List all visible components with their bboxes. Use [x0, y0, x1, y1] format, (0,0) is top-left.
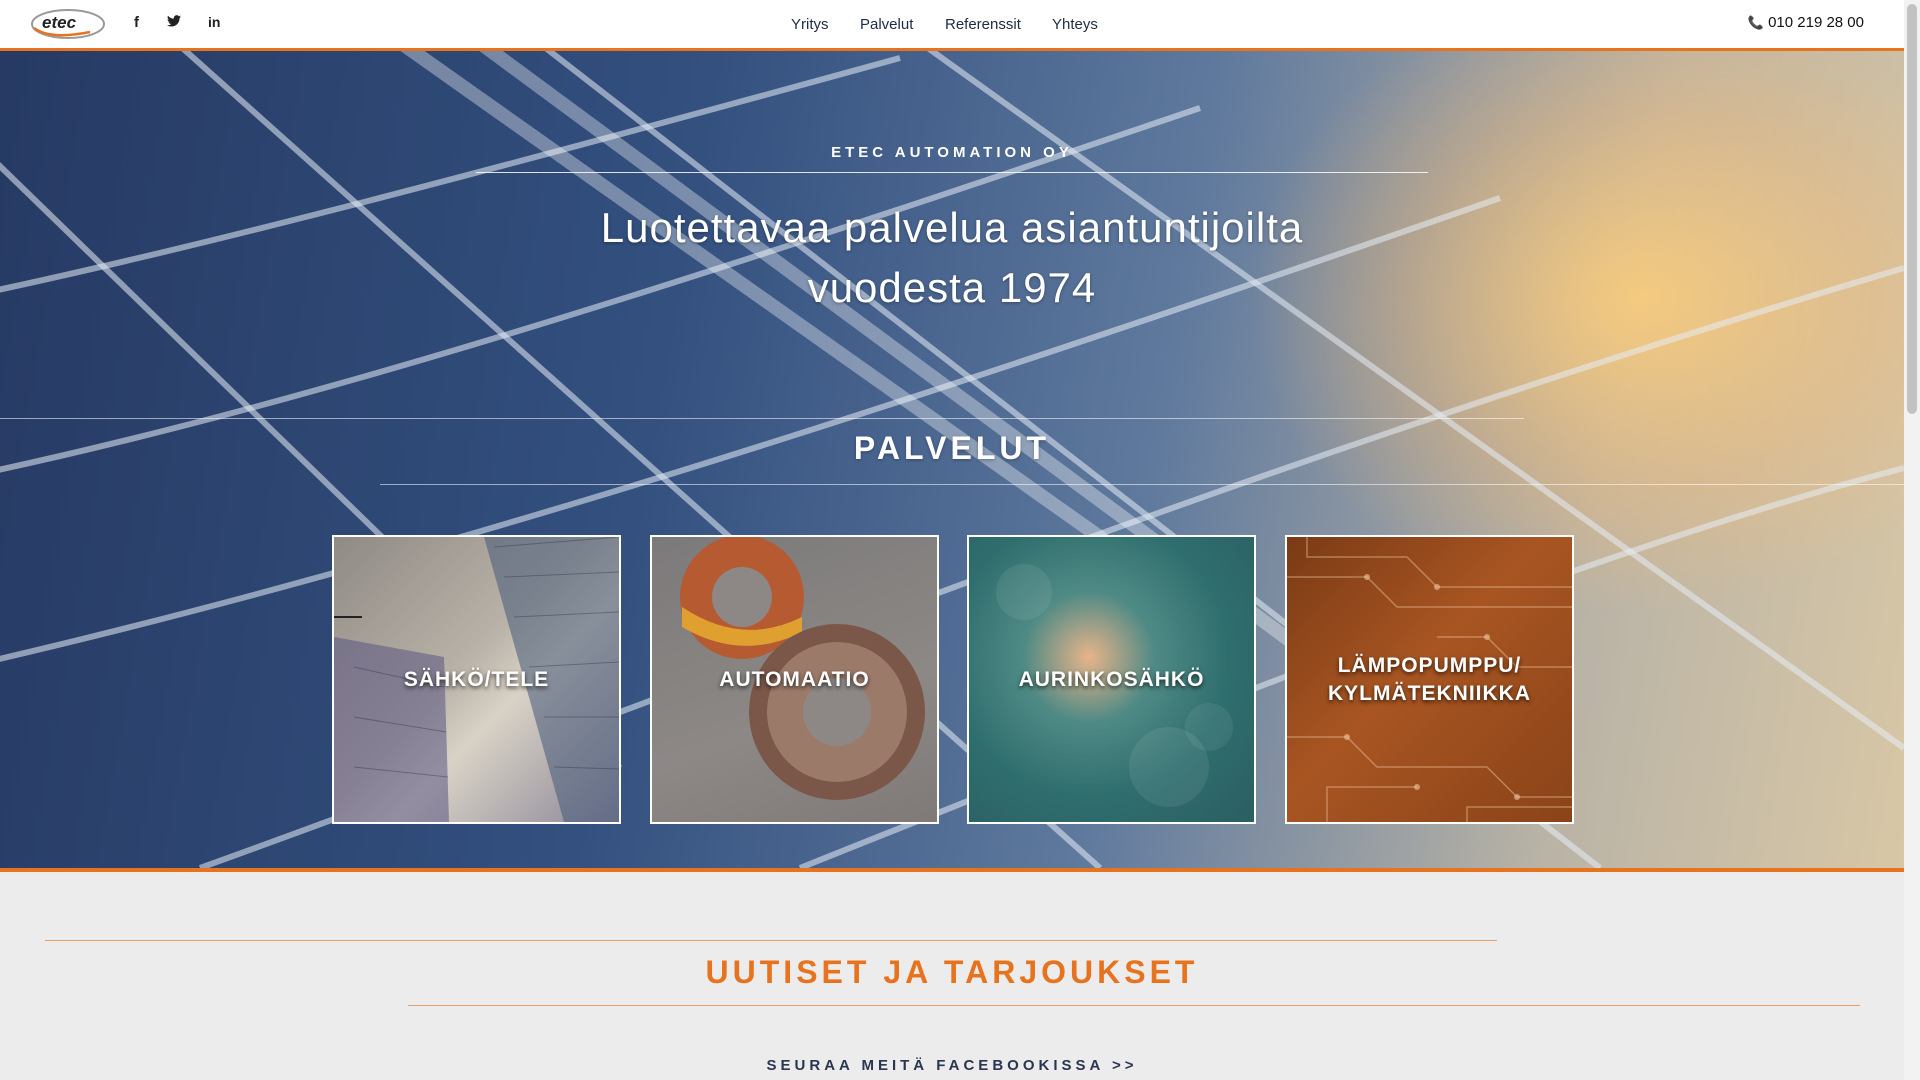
card-label: AUTOMAATIO: [719, 667, 870, 691]
nav-referenssit[interactable]: Referenssit: [945, 16, 1021, 33]
tagline-divider: [476, 172, 1428, 173]
etec-logo[interactable]: etec: [30, 6, 106, 42]
hero-title: Luotettavaa palvelua asiantuntijoilta vu…: [0, 198, 1904, 318]
nav-palvelut[interactable]: Palvelut: [860, 16, 913, 33]
hero-title-line1: Luotettavaa palvelua asiantuntijoilta: [600, 204, 1304, 251]
page-scrollbar[interactable]: [1904, 0, 1920, 1080]
news-title: UUTISET JA TARJOUKSET: [705, 954, 1199, 990]
services-title: PALVELUT: [853, 430, 1051, 466]
phone-icon: 📞: [1747, 15, 1765, 30]
linkedin-icon[interactable]: in: [208, 14, 220, 30]
phone-link[interactable]: 📞 010 219 28 00: [1748, 14, 1864, 31]
phone-number: 010 219 28 00: [1768, 14, 1864, 31]
news-divider-bottom: [408, 1005, 1860, 1006]
nav-yhteys[interactable]: Yhteys: [1052, 16, 1098, 33]
facebook-follow-link[interactable]: SEURAA MEITÄ FACEBOOKISSA >>: [0, 1057, 1904, 1074]
services-divider-top: [0, 418, 1524, 419]
card-label: SÄHKÖ/TELE: [403, 667, 550, 691]
card-label: AURINKOSÄHKÖ: [1018, 667, 1205, 691]
nav-yritys[interactable]: Yritys: [791, 16, 829, 33]
company-tagline: ETEC AUTOMATION OY: [831, 144, 1073, 161]
card-label-line2: KYLMÄTEKNIIKKA: [1328, 681, 1531, 705]
services-divider-bottom: [380, 484, 1904, 485]
logo-text: etec: [42, 13, 77, 32]
hero-bottom-border: [0, 868, 1904, 872]
service-card-aurinkosahko[interactable]: AURINKOSÄHKÖ: [967, 535, 1256, 824]
twitter-icon[interactable]: [167, 14, 181, 30]
service-card-lampopumppu[interactable]: LÄMPOPUMPPU/ KYLMÄTEKNIIKKA: [1285, 535, 1574, 824]
card-label-line1: LÄMPOPUMPPU/: [1337, 653, 1522, 677]
facebook-icon[interactable]: f: [134, 14, 139, 31]
hero-title-line2: vuodesta 1974: [807, 264, 1097, 311]
hero-section: ETEC AUTOMATION OY Luotettavaa palvelua …: [0, 48, 1904, 868]
service-card-sahko-tele[interactable]: SÄHKÖ/TELE: [332, 535, 621, 824]
top-header: etec f in Yritys Palvelut Referenssit Yh…: [0, 0, 1904, 51]
news-divider-top: [45, 940, 1497, 941]
card-label: LÄMPOPUMPPU/ KYLMÄTEKNIIKKA: [1287, 652, 1572, 708]
service-card-automaatio[interactable]: AUTOMAATIO: [650, 535, 939, 824]
scrollbar-thumb[interactable]: [1907, 4, 1917, 414]
